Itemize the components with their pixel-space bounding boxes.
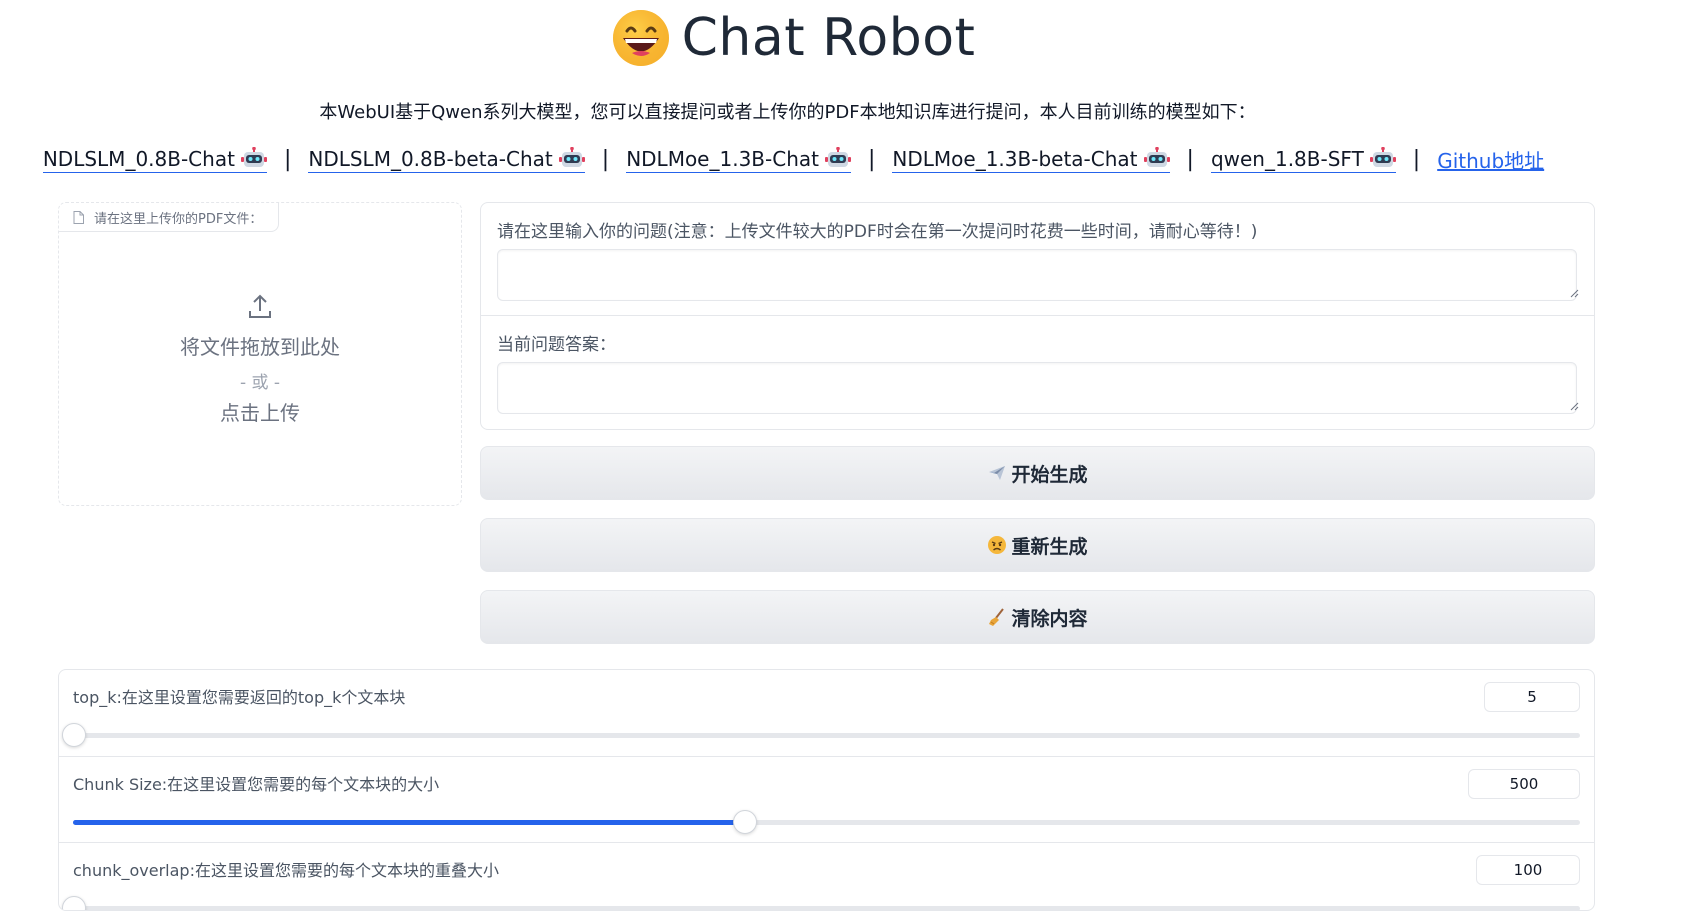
airplane-icon <box>989 466 1006 480</box>
model-link-label: NDLMoe_1.3B-beta-Chat <box>892 146 1138 171</box>
top-k-label: top_k:在这里设置您需要返回的top_k个文本块 <box>73 688 406 707</box>
robot-icon <box>1369 146 1396 167</box>
model-link-label: NDLSLM_0.8B-beta-Chat <box>308 146 553 171</box>
page-header: Chat Robot <box>0 0 1587 76</box>
model-link-label: NDLSLM_0.8B-Chat <box>42 146 235 171</box>
chunk-overlap-slider-row: chunk_overlap:在这里设置您需要的每个文本块的重叠大小 100 <box>59 842 1594 910</box>
model-link-ndlmoe-1-3b-chat[interactable]: NDLMoe_1.3B-Chat <box>626 146 851 173</box>
question-input[interactable] <box>497 249 1577 301</box>
grinning-face-icon <box>612 10 669 66</box>
robot-icon <box>240 146 267 167</box>
regenerate-button[interactable]: 重新生成 <box>480 518 1595 572</box>
file-icon <box>73 210 84 224</box>
chunk-overlap-number-input[interactable]: 100 <box>1476 855 1580 885</box>
slider-thumb[interactable] <box>732 810 757 834</box>
page-title: Chat Robot <box>681 8 976 68</box>
upload-or-text: - 或 - <box>239 373 281 393</box>
answer-label: 当前问题答案： <box>497 335 616 355</box>
model-link-label: qwen_1.8B-SFT <box>1210 146 1364 171</box>
model-link-label: NDLMoe_1.3B-Chat <box>626 146 819 171</box>
upload-prompt: 将文件拖放到此处 - 或 - 点击上传 <box>59 293 461 426</box>
separator: | <box>867 147 876 172</box>
model-link-ndlmoe-1-3b-beta-chat[interactable]: NDLMoe_1.3B-beta-Chat <box>892 146 1170 173</box>
separator: | <box>1412 147 1421 172</box>
qa-panel: 请在这里输入你的问题(注意：上传文件较大的PDF时会在第一次提问时花费一些时间，… <box>480 202 1595 430</box>
answer-output[interactable] <box>497 362 1577 414</box>
model-link-ndlslm-0-8b-chat[interactable]: NDLSLM_0.8B-Chat <box>42 146 267 173</box>
broom-icon <box>989 608 1005 626</box>
pdf-upload-dropzone[interactable]: 请在这里上传你的PDF文件： 将文件拖放到此处 - 或 - 点击上传 <box>58 202 462 506</box>
question-label: 请在这里输入你的问题(注意：上传文件较大的PDF时会在第一次提问时花费一些时间，… <box>497 222 1258 242</box>
clear-button-label: 清除内容 <box>1011 607 1088 630</box>
page-description: 本WebUI基于Qwen系列大模型，您可以直接提问或者上传你的PDF本地知识库进… <box>319 102 1256 123</box>
chunk-size-slider[interactable] <box>73 810 1580 834</box>
slider-thumb[interactable] <box>62 723 86 747</box>
upload-label: 请在这里上传你的PDF文件： <box>59 203 280 232</box>
github-link[interactable]: Github地址 <box>1437 145 1544 174</box>
upload-click-text[interactable]: 点击上传 <box>59 397 461 426</box>
slider-thumb[interactable] <box>62 896 86 910</box>
upload-label-text: 请在这里上传你的PDF文件： <box>94 211 263 227</box>
angry-face-icon <box>988 536 1007 554</box>
chunk-overlap-slider[interactable] <box>62 896 1580 910</box>
chunk-size-slider-row: Chunk Size:在这里设置您需要的每个文本块的大小 500 <box>59 756 1594 843</box>
robot-icon <box>824 146 851 167</box>
upload-icon <box>249 294 271 318</box>
chunk-size-number-input[interactable]: 500 <box>1468 769 1580 799</box>
separator: | <box>1186 147 1194 172</box>
separator: | <box>283 147 292 172</box>
robot-icon <box>1143 146 1170 167</box>
top-k-slider-row: top_k:在这里设置您需要返回的top_k个文本块 5 <box>59 670 1594 756</box>
model-link-ndlslm-0-8b-beta-chat[interactable]: NDLSLM_0.8B-beta-Chat <box>308 146 585 173</box>
chunk-size-label: Chunk Size:在这里设置您需要的每个文本块的大小 <box>73 775 440 794</box>
model-link-qwen-1-8b-sft[interactable]: qwen_1.8B-SFT <box>1210 146 1396 173</box>
slider-fill <box>73 820 744 825</box>
divider <box>481 315 1594 316</box>
resize-handle-icon[interactable] <box>1570 402 1579 411</box>
upload-drop-text: 将文件拖放到此处 <box>180 335 340 359</box>
generate-button[interactable]: 开始生成 <box>480 446 1595 500</box>
generate-button-label: 开始生成 <box>1011 463 1088 486</box>
resize-handle-icon[interactable] <box>1570 289 1579 298</box>
top-k-slider[interactable] <box>62 723 1580 747</box>
separator: | <box>601 147 610 172</box>
clear-button[interactable]: 清除内容 <box>480 590 1595 644</box>
chunk-overlap-label: chunk_overlap:在这里设置您需要的每个文本块的重叠大小 <box>73 861 499 880</box>
robot-icon <box>558 146 585 167</box>
regenerate-button-label: 重新生成 <box>1011 535 1088 558</box>
top-k-number-input[interactable]: 5 <box>1484 682 1580 712</box>
model-links: NDLSLM_0.8B-Chat | NDLSLM_0.8B-beta-Chat… <box>0 145 1587 174</box>
settings-panel: top_k:在这里设置您需要返回的top_k个文本块 5 Chunk Size:… <box>58 669 1595 911</box>
